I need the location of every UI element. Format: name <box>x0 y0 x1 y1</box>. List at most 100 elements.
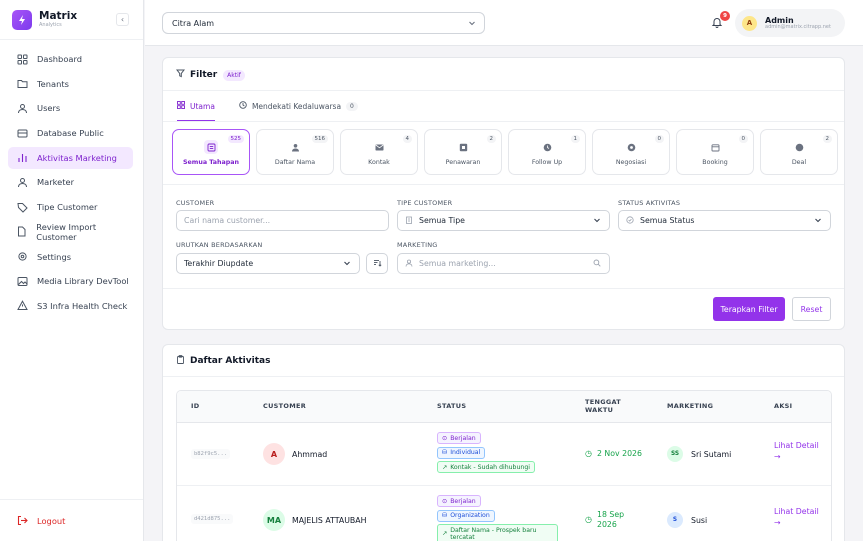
tab-mendekati-kedaluwarsa[interactable]: Mendekati Kedaluwarsa 0 <box>239 91 358 121</box>
sidebar-item-label: Settings <box>37 251 72 262</box>
customer-search-input[interactable]: Cari nama customer... <box>176 210 389 231</box>
view-detail-link[interactable]: Lihat Detail → <box>774 507 824 529</box>
stage-badge: ↗ Kontak - Sudah dihubungi <box>437 461 535 473</box>
view-detail-link[interactable]: Lihat Detail → <box>774 441 824 463</box>
sidebar-item-users[interactable]: Users <box>8 97 133 119</box>
tab-utama[interactable]: Utama <box>177 91 215 122</box>
sidebar-item-label: Media Library DevTool <box>37 276 129 287</box>
collapse-sidebar-button[interactable]: ‹ <box>116 13 129 26</box>
organization-select[interactable]: Citra Alam <box>162 12 485 34</box>
image-icon <box>16 275 28 287</box>
apply-filter-button[interactable]: Terapkan Filter <box>713 297 785 321</box>
column-header-customer[interactable]: CUSTOMER <box>263 391 306 423</box>
due-date: ◷ 18 Sep 2026 <box>585 510 627 529</box>
check-circle-icon <box>792 140 806 154</box>
database-icon <box>16 127 28 139</box>
sidebar-item-settings[interactable]: Settings <box>8 246 133 268</box>
stage-selector: 525 Semua Tahapan 516 Daftar Nama 4 Kont… <box>172 129 844 175</box>
handshake-icon <box>624 140 638 154</box>
stage-follow-up[interactable]: 1 Follow Up <box>508 129 586 175</box>
sort-value: Terakhir Diupdate <box>184 259 254 268</box>
avatar: S <box>667 512 683 528</box>
sort-label: URUTKAN BERDASARKAN <box>176 241 263 249</box>
filter-card: Filter Aktif Utama Mendekati Kedaluwarsa… <box>162 57 845 330</box>
clipboard-icon <box>176 355 185 367</box>
stage-booking[interactable]: 0 Booking <box>676 129 754 175</box>
stage-negosiasi[interactable]: 0 Negosiasi <box>592 129 670 175</box>
sidebar-item-tipe-customer[interactable]: Tipe Customer <box>8 196 133 218</box>
column-header-action: AKSI <box>774 402 793 411</box>
sidebar-item-label: Dashboard <box>37 54 83 64</box>
sidebar-item-review-import-customer[interactable]: Review Import Customer <box>8 221 133 243</box>
stage-text: Daftar Nama - Prospek baru tercatat <box>450 526 537 541</box>
tipe-customer-select[interactable]: Semua Tipe <box>397 210 610 231</box>
column-header-status[interactable]: STATUS <box>437 391 466 423</box>
stage-kontak[interactable]: 4 Kontak <box>340 129 418 175</box>
sidebar: Matrix Analytics ‹ Dashboard Tenants Use… <box>0 0 144 541</box>
customer-name: Ahmmad <box>292 449 328 459</box>
sidebar-item-database-public[interactable]: Database Public <box>8 122 133 144</box>
stage-count-badge: 516 <box>311 135 328 143</box>
activities-table: ID CUSTOMER STATUS TENGGAT WAKTU MARKETI… <box>176 390 832 541</box>
user-icon <box>405 259 413 269</box>
customer-label: CUSTOMER <box>176 199 215 207</box>
building-icon: ⛁ <box>442 512 448 519</box>
search-icon <box>593 259 601 269</box>
avatar: MA <box>263 509 285 531</box>
table-row: d421d875... MA MAJELIS ATTAUBAH ⊙ Berjala… <box>177 487 831 541</box>
gear-icon <box>16 251 28 263</box>
filter-title-text: Filter <box>190 70 218 80</box>
user-email: admin@matrix.citrapp.net <box>765 23 831 30</box>
stage-label: Booking <box>702 159 728 166</box>
stage-semua-tahapan[interactable]: 525 Semua Tahapan <box>172 129 250 175</box>
sidebar-item-aktivitas-marketing[interactable]: Aktivitas Marketing <box>8 146 133 169</box>
customer-type-badge: ⛁ Organization <box>437 509 495 522</box>
customer-type-text: Organization <box>450 512 490 519</box>
sort-direction-button[interactable] <box>366 253 388 274</box>
table-header: ID CUSTOMER STATUS TENGGAT WAKTU MARKETI… <box>177 391 831 423</box>
grid-icon <box>177 101 185 111</box>
chevron-down-icon <box>468 19 476 29</box>
clock-icon: ⊙ <box>442 434 448 442</box>
due-date-text: 18 Sep 2026 <box>596 510 625 529</box>
mail-icon <box>372 140 386 154</box>
marketing-search-input[interactable]: Semua marketing... <box>397 253 610 274</box>
sidebar-item-label: Marketer <box>37 177 75 188</box>
sidebar-nav: Dashboard Tenants Users Database Public … <box>8 48 133 320</box>
circle-check-icon <box>626 215 634 226</box>
divider <box>163 288 844 289</box>
sidebar-item-marketer[interactable]: Marketer <box>8 171 133 193</box>
column-header-id[interactable]: ID <box>191 391 199 423</box>
sidebar-item-tenants[interactable]: Tenants <box>8 73 133 95</box>
stage-deal[interactable]: 2 Deal <box>760 129 838 175</box>
status-aktivitas-label: STATUS AKTIVITAS <box>618 199 681 207</box>
due-date-text: 2 Nov 2026 <box>596 449 642 458</box>
clock-icon: ⊙ <box>442 497 448 505</box>
divider <box>163 184 844 185</box>
stage-penawaran[interactable]: 2 Penawaran <box>424 129 502 175</box>
divider <box>163 376 844 377</box>
status-aktivitas-select[interactable]: Semua Status <box>618 210 831 231</box>
stage-count-badge: 2 <box>486 135 496 143</box>
logout-button[interactable]: Logout <box>0 499 143 541</box>
column-header-due[interactable]: TENGGAT WAKTU <box>585 391 629 423</box>
users-icon <box>16 102 28 114</box>
stage-label: Deal <box>791 159 807 166</box>
sidebar-item-s3-health-check[interactable]: S3 Infra Health Check <box>8 295 133 317</box>
column-header-marketing[interactable]: MARKETING <box>667 391 713 423</box>
sidebar-item-media-library[interactable]: Media Library DevTool <box>8 270 133 292</box>
sidebar-item-label: Aktivitas Marketing <box>37 152 117 163</box>
marketing-placeholder: Semua marketing... <box>419 259 496 268</box>
sort-icon <box>373 258 382 269</box>
stage-daftar-nama[interactable]: 516 Daftar Nama <box>256 129 334 175</box>
filter-active-badge: Aktif <box>223 69 245 81</box>
sort-select[interactable]: Terakhir Diupdate <box>176 253 360 274</box>
sidebar-item-dashboard[interactable]: Dashboard <box>8 48 133 70</box>
stage-count-badge: 0 <box>738 135 748 143</box>
building-icon <box>405 216 413 226</box>
activity-id: b82f9c5... <box>191 449 231 459</box>
tab-count-badge: 0 <box>346 101 358 111</box>
customer-type-text: Individual <box>450 449 481 456</box>
user-menu[interactable]: A Admin admin@matrix.citrapp.net <box>735 9 845 37</box>
reset-filter-button[interactable]: Reset <box>792 297 831 321</box>
